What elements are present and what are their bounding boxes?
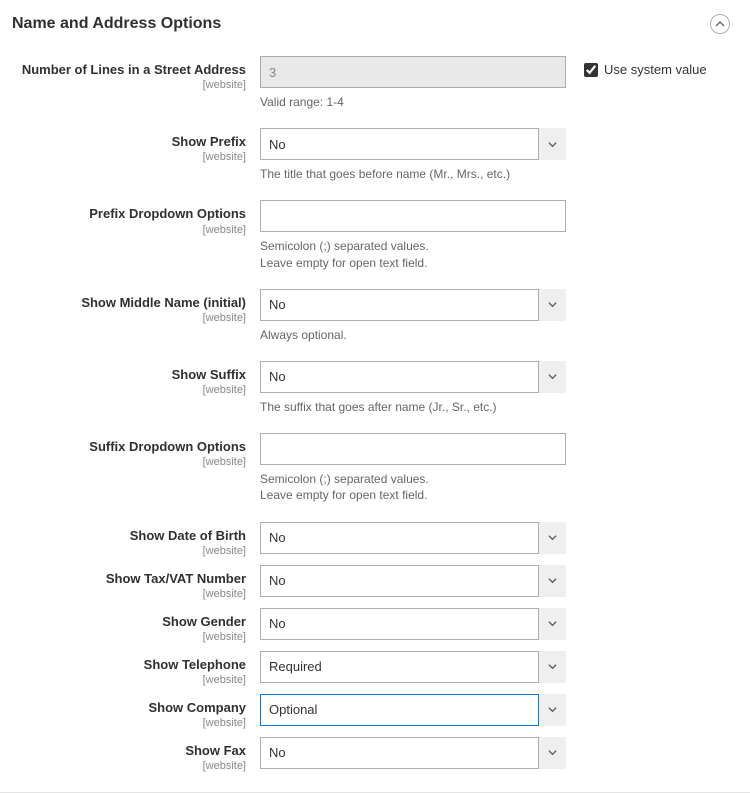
after-col: Use system value xyxy=(566,56,730,77)
collapse-toggle[interactable] xyxy=(710,14,730,34)
show-middle-select[interactable]: No xyxy=(260,289,566,321)
field-scope: [website] xyxy=(20,384,246,398)
field-label: Number of Lines in a Street Address xyxy=(22,62,246,77)
show-dob-select[interactable]: No xyxy=(260,522,566,554)
field-label: Show Telephone xyxy=(144,657,246,672)
field-show-vat: Show Tax/VAT Number [website] No xyxy=(10,565,740,602)
use-system-checkbox[interactable] xyxy=(584,63,598,77)
field-label: Show Gender xyxy=(162,614,246,629)
field-show-suffix: Show Suffix [website] No The suffix that… xyxy=(10,361,740,415)
show-gender-select[interactable]: No xyxy=(260,608,566,640)
chevron-up-icon xyxy=(715,19,725,29)
field-show-middle: Show Middle Name (initial) [website] No … xyxy=(10,289,740,343)
field-street-lines: Number of Lines in a Street Address [web… xyxy=(10,56,740,110)
field-note: The suffix that goes after name (Jr., Sr… xyxy=(260,399,566,415)
use-system-label: Use system value xyxy=(604,62,707,77)
fields-container: Number of Lines in a Street Address [web… xyxy=(10,42,740,782)
field-note: Always optional. xyxy=(260,327,566,343)
prefix-options-input[interactable] xyxy=(260,200,566,232)
section-title: Name and Address Options xyxy=(12,15,221,33)
field-scope: [website] xyxy=(20,312,246,326)
field-label: Suffix Dropdown Options xyxy=(89,439,246,454)
field-label: Show Tax/VAT Number xyxy=(106,571,246,586)
suffix-options-input[interactable] xyxy=(260,433,566,465)
field-scope: [website] xyxy=(20,717,246,731)
field-scope: [website] xyxy=(20,545,246,559)
field-scope: [website] xyxy=(20,674,246,688)
section-header: Name and Address Options xyxy=(10,10,740,42)
field-note: The title that goes before name (Mr., Mr… xyxy=(260,166,566,182)
field-suffix-options: Suffix Dropdown Options [website] Semico… xyxy=(10,433,740,503)
show-company-select[interactable]: Optional xyxy=(260,694,566,726)
show-prefix-select[interactable]: No xyxy=(260,128,566,160)
field-label: Show Middle Name (initial) xyxy=(81,295,246,310)
field-scope: [website] xyxy=(20,456,246,470)
field-show-phone: Show Telephone [website] Required xyxy=(10,651,740,688)
field-show-prefix: Show Prefix [website] No The title that … xyxy=(10,128,740,182)
field-note: Semicolon (;) separated values. Leave em… xyxy=(260,238,566,270)
field-note: Valid range: 1-4 xyxy=(260,94,566,110)
field-label: Show Suffix xyxy=(172,367,246,382)
field-scope: [website] xyxy=(20,151,246,165)
field-note: Semicolon (;) separated values. Leave em… xyxy=(260,471,566,503)
field-show-dob: Show Date of Birth [website] No xyxy=(10,522,740,559)
field-scope: [website] xyxy=(20,760,246,774)
field-label: Show Date of Birth xyxy=(130,528,246,543)
show-phone-select[interactable]: Required xyxy=(260,651,566,683)
show-vat-select[interactable]: No xyxy=(260,565,566,597)
field-label: Show Fax xyxy=(185,743,246,758)
name-address-options-section: Name and Address Options Number of Lines… xyxy=(0,0,750,793)
field-scope: [website] xyxy=(20,79,246,93)
street-lines-input xyxy=(260,56,566,88)
show-fax-select[interactable]: No xyxy=(260,737,566,769)
field-scope: [website] xyxy=(20,224,246,238)
field-show-fax: Show Fax [website] No xyxy=(10,737,740,774)
field-scope: [website] xyxy=(20,631,246,645)
field-show-gender: Show Gender [website] No xyxy=(10,608,740,645)
control-col: Valid range: 1-4 xyxy=(260,56,566,110)
field-label: Show Company xyxy=(148,700,246,715)
field-scope: [website] xyxy=(20,588,246,602)
field-label: Prefix Dropdown Options xyxy=(89,206,246,221)
field-prefix-options: Prefix Dropdown Options [website] Semico… xyxy=(10,200,740,270)
field-show-company: Show Company [website] Optional xyxy=(10,694,740,731)
field-label: Show Prefix xyxy=(172,134,246,149)
label-col: Number of Lines in a Street Address [web… xyxy=(20,56,260,93)
show-suffix-select[interactable]: No xyxy=(260,361,566,393)
